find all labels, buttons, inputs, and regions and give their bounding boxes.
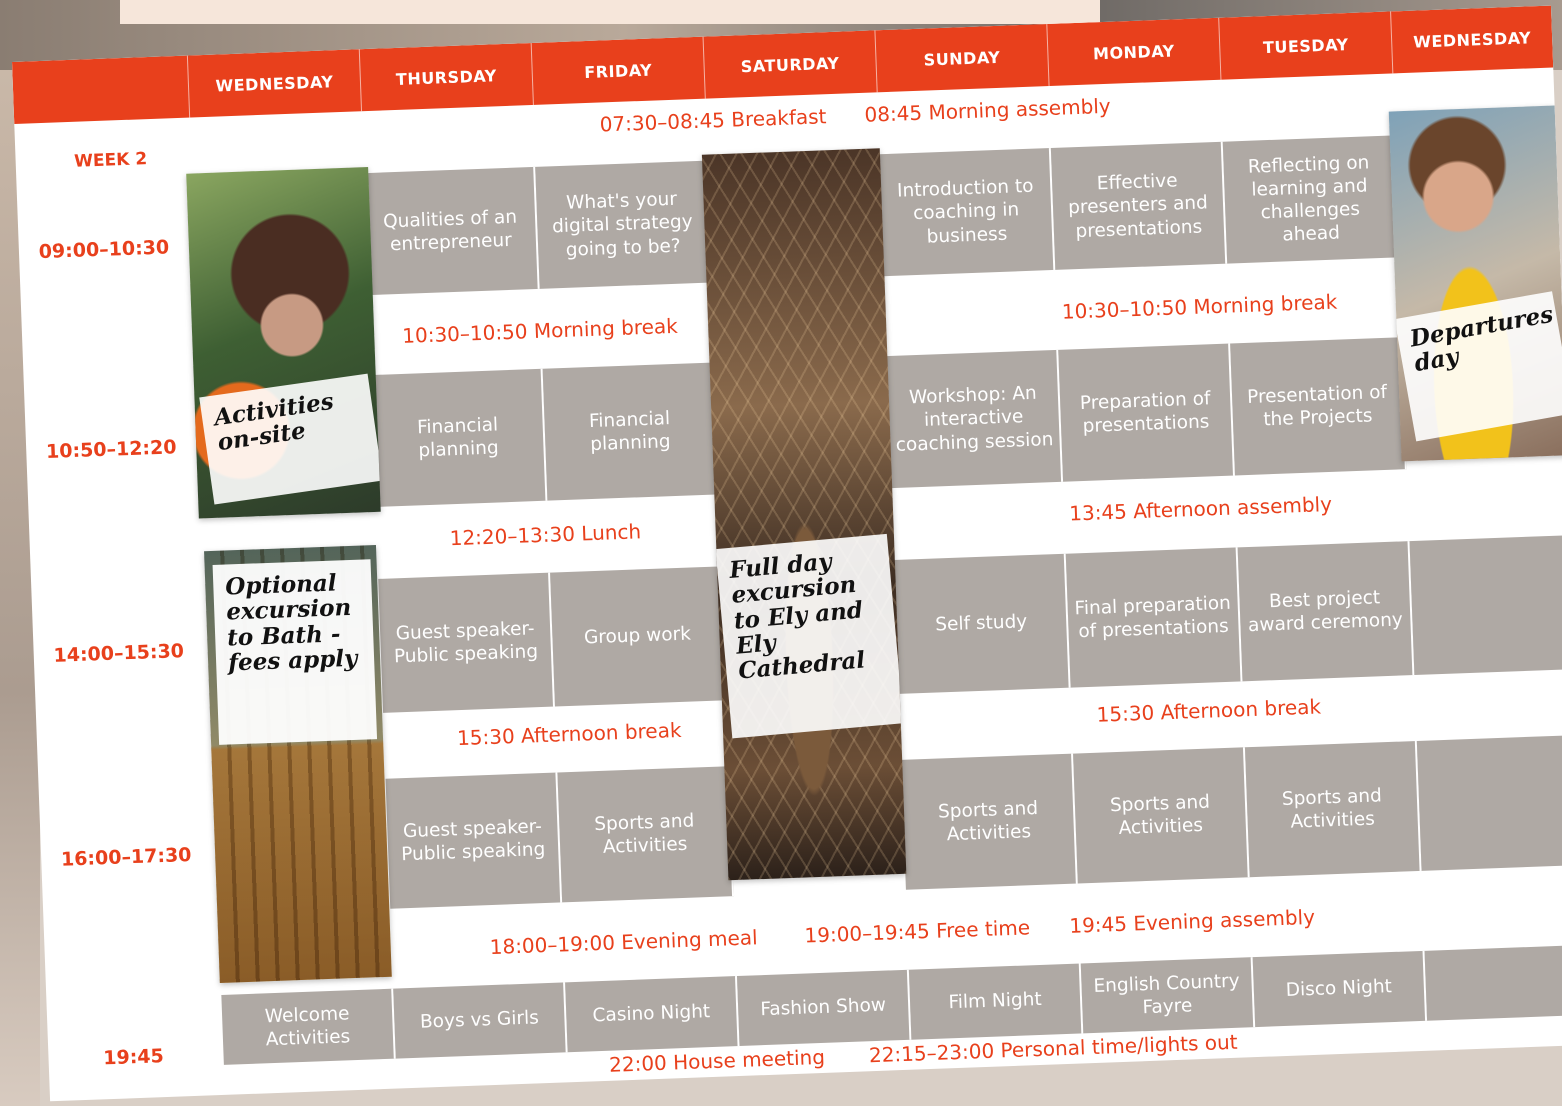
session-thursday-slot1: Qualities of an entrepreneur [363,166,540,296]
session-thursday-slot4: Guest speaker- Public speaking [385,772,563,909]
session-friday-slot1: What's your digital strategy going to be… [535,160,712,289]
band-afternoon-break-left: 15:30 Afternoon break [456,717,682,751]
session-tuesday-slot1: Reflecting on learning and challenges ah… [1222,135,1400,264]
session-sunday-slot3: Self study [893,553,1071,694]
session-thursday-slot2: Financial planning [370,368,548,507]
ely-cathedral-photo: Full day excursion to Ely and Ely Cathed… [701,148,907,881]
session-monday-slot4: Sports and Activities [1073,747,1250,884]
time-slot-2: 10:50–12:20 [45,436,177,464]
time-slot-5: 19:45 [102,1045,165,1070]
activities-photo: Activities on-site [186,167,381,519]
time-slot-4: 16:00–17:30 [60,843,192,871]
session-sunday-slot4: Sports and Activities [901,753,1078,890]
session-thursday-slot3: Guest speaker- Public speaking [378,572,555,713]
bath-photo: Optional excursion to Bath - fees apply [204,544,392,984]
ely-note: Full day excursion to Ely and Ely Cathed… [715,533,904,739]
band-afternoon-break-right: 15:30 Afternoon break [1096,694,1322,727]
day-header-wednesday-1: WEDNESDAY [186,49,362,118]
session-friday-slot2: Financial planning [542,362,720,501]
session-sunday-slot1: Introduction to coaching in business [878,147,1056,277]
session-monday-slot1: Effective presenters and presentations [1050,141,1228,270]
day-header-saturday: SATURDAY [702,30,877,99]
session-friday-slot3: Group work [550,566,727,707]
session-monday-slot2: Preparation of presentations [1058,343,1235,482]
day-header-sunday: SUNDAY [874,24,1049,93]
band-afternoon-assembly: 13:45 Afternoon assembly [1068,491,1333,526]
day-header-thursday: THURSDAY [358,42,533,112]
session-tuesday-slot3: Best project award ceremony [1237,541,1415,682]
session-wednesday-slot3 [1409,535,1562,676]
departures-note: Departures day [1394,291,1562,442]
evening-friday: Casino Night [565,976,740,1053]
band-lunch: 12:20–13:30 Lunch [449,519,642,551]
time-slot-1: 09:00–10:30 [38,236,170,264]
evening-thursday: Boys vs Girls [393,982,568,1059]
evening-saturday: Fashion Show [736,969,912,1047]
day-header-tuesday: TUESDAY [1218,11,1393,80]
session-wednesday-slot4 [1416,735,1562,871]
session-tuesday-slot2: Presentation of the Projects [1230,337,1407,476]
week-label: WEEK 2 [73,149,148,172]
background-strip [120,0,1100,24]
timetable-sheet: WEDNESDAY THURSDAY FRIDAY SATURDAY SUNDA… [12,5,1562,1102]
session-monday-slot3: Final preparation of presentations [1065,547,1243,688]
day-header-monday: MONDAY [1046,17,1221,87]
evening-wednesday: Welcome Activities [221,988,396,1065]
evening-monday: English Country Fayre [1080,957,1256,1034]
evening-sunday: Film Night [908,963,1084,1040]
session-friday-slot4: Sports and Activities [557,766,735,903]
session-tuesday-slot4: Sports and Activities [1244,740,1422,878]
session-sunday-slot2: Workshop: An interactive coaching sessio… [886,349,1064,489]
band-house-meeting: 22:00 House meeting [608,1044,826,1077]
day-header-friday: FRIDAY [530,36,705,105]
band-breakfast: 07:30–08:45 Breakfast [599,104,827,137]
band-evening-assembly: 19:45 Evening assembly [1068,904,1316,938]
band-morning-break-right: 10:30–10:50 Morning break [1061,289,1338,324]
band-free-time: 19:00–19:45 Free time [804,915,1031,948]
bath-note: Optional excursion to Bath - fees apply [212,559,378,745]
day-header-wednesday-2: WEDNESDAY [1390,5,1554,74]
activities-note: Activities on-site [199,373,381,505]
time-slot-3: 14:00–15:30 [53,640,185,667]
band-morning-assembly: 08:45 Morning assembly [864,93,1112,127]
band-evening-meal: 18:00–19:00 Evening meal [489,925,758,960]
departures-photo: Departures day [1388,105,1562,462]
band-morning-break-left: 10:30–10:50 Morning break [401,313,679,348]
evening-wednesday-2 [1424,944,1562,1021]
evening-tuesday: Disco Night [1252,950,1428,1028]
